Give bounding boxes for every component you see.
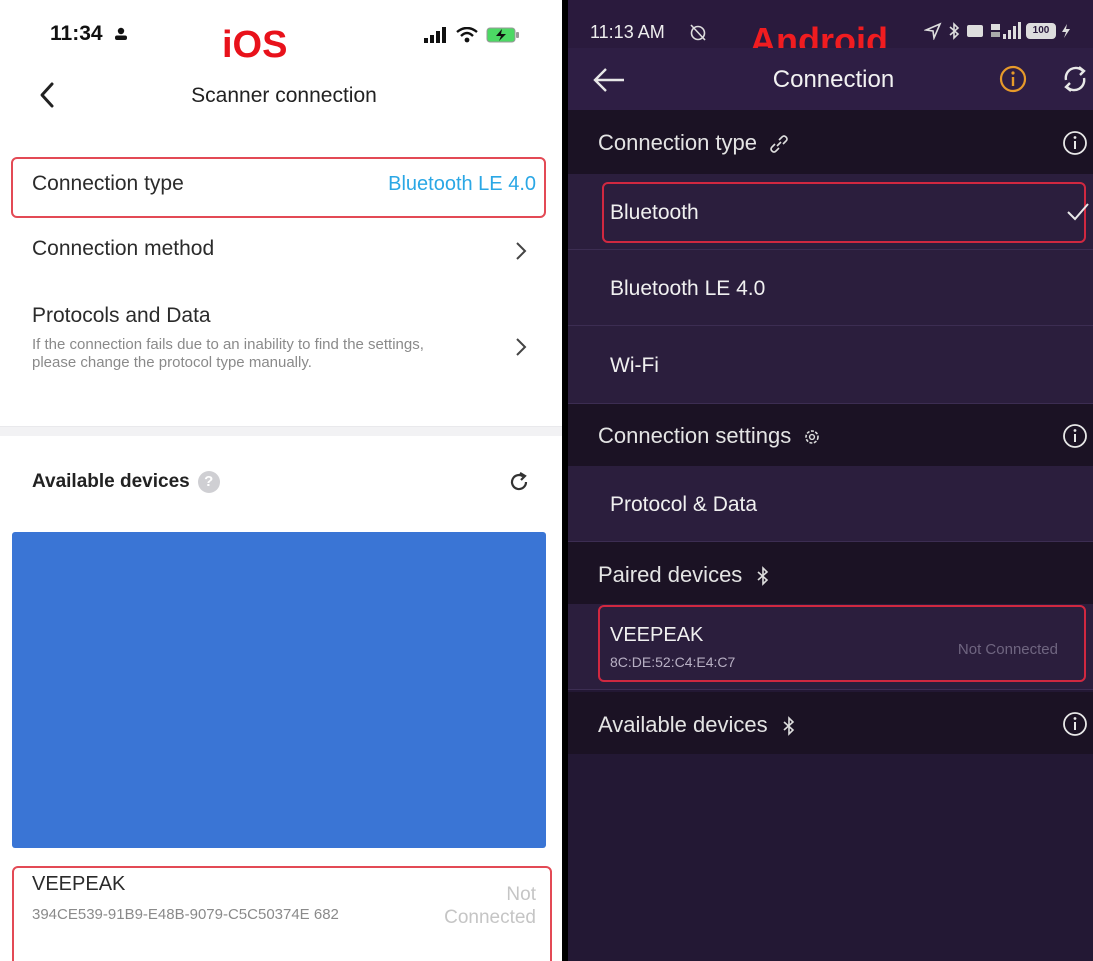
wifi-icon bbox=[456, 27, 478, 43]
connection-method-row[interactable]: Connection method bbox=[0, 226, 562, 276]
bluetooth-icon bbox=[757, 566, 769, 587]
chevron-right-icon bbox=[516, 338, 527, 356]
help-icon[interactable]: ? bbox=[197, 471, 220, 493]
info-icon[interactable] bbox=[1062, 130, 1088, 156]
person-icon bbox=[115, 28, 128, 41]
available-devices-label: Available devices bbox=[32, 471, 190, 493]
paired-devices-label: Paired devices bbox=[598, 562, 743, 587]
highlight-box bbox=[602, 182, 1086, 243]
connection-settings-label: Connection settings bbox=[598, 423, 792, 448]
paired-devices-header: Paired devices bbox=[568, 542, 1093, 604]
connection-settings-header: Connection settings bbox=[568, 404, 1093, 466]
signal-5g-icon bbox=[991, 22, 1021, 39]
highlight-box bbox=[11, 157, 546, 218]
highlight-box bbox=[12, 866, 552, 961]
location-icon bbox=[924, 22, 942, 40]
ios-platform-label: iOS bbox=[222, 24, 288, 66]
battery-icon: 100 bbox=[1026, 23, 1056, 39]
link-icon bbox=[770, 135, 788, 153]
connection-type-label: Connection type bbox=[598, 130, 757, 155]
refresh-icon[interactable] bbox=[508, 471, 530, 493]
android-status-time: 11:13 AM bbox=[590, 22, 665, 42]
available-devices-label: Available devices bbox=[598, 712, 768, 737]
android-status-icons: 100 bbox=[924, 22, 1071, 40]
protocol-data-item[interactable]: Protocol & Data bbox=[568, 466, 1093, 542]
option-wifi[interactable]: Wi-Fi bbox=[568, 326, 1093, 404]
chevron-right-icon bbox=[516, 242, 527, 260]
ios-status-time: 11:34 bbox=[50, 22, 103, 45]
protocols-note: If the connection fails due to an inabil… bbox=[32, 336, 424, 371]
connection-type-header: Connection type bbox=[568, 110, 1093, 174]
hd-icon bbox=[967, 25, 983, 37]
device-list-empty bbox=[568, 755, 1093, 961]
section-divider bbox=[0, 426, 562, 436]
option-label: Wi-Fi bbox=[610, 354, 659, 377]
alarm-off-icon bbox=[690, 24, 706, 41]
option-label: Bluetooth LE 4.0 bbox=[610, 277, 766, 300]
info-icon[interactable] bbox=[999, 65, 1027, 93]
info-icon[interactable] bbox=[1062, 423, 1088, 449]
check-icon bbox=[1067, 203, 1089, 221]
refresh-icon[interactable] bbox=[1058, 62, 1092, 96]
battery-charging-icon bbox=[486, 27, 519, 43]
protocols-row[interactable]: Protocols and Data If the connection fai… bbox=[0, 296, 562, 406]
bluetooth-icon bbox=[783, 716, 794, 737]
ios-status-bar: 11:34 bbox=[50, 22, 128, 46]
charging-icon bbox=[1062, 24, 1070, 38]
blank-panel bbox=[12, 532, 546, 848]
cellular-signal-icon bbox=[424, 27, 446, 43]
option-bluetooth-le[interactable]: Bluetooth LE 4.0 bbox=[568, 250, 1093, 326]
highlight-box bbox=[598, 605, 1086, 682]
android-screen: 11:13 AM Android 100 Connection Connecti… bbox=[562, 0, 1093, 961]
available-devices-header: Available devices bbox=[568, 692, 1093, 754]
bluetooth-icon bbox=[949, 22, 960, 40]
protocol-data-label: Protocol & Data bbox=[610, 493, 758, 516]
protocols-label: Protocols and Data bbox=[32, 304, 211, 327]
ios-status-icons bbox=[424, 26, 520, 44]
connection-method-label: Connection method bbox=[32, 237, 215, 260]
ios-screen: 11:34 iOS Scanner connection Connection … bbox=[0, 0, 562, 961]
available-devices-header: Available devices? bbox=[32, 471, 220, 493]
gear-icon bbox=[805, 430, 820, 444]
page-title: Scanner connection bbox=[191, 84, 377, 107]
info-icon[interactable] bbox=[1062, 711, 1088, 737]
